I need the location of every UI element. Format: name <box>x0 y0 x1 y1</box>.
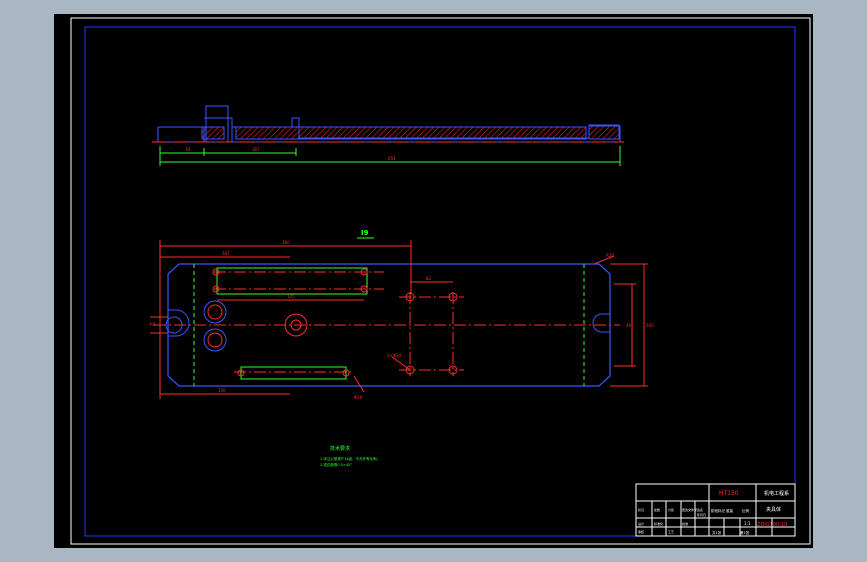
title-block-ratio: 比例 <box>742 508 750 513</box>
section-hatch-right <box>588 124 620 140</box>
top-section-view[interactable]: 654 61 167 <box>152 105 624 166</box>
notes-line-2: 2.锐边倒角0.5×45° <box>320 462 352 467</box>
dim-slot: 40 <box>626 323 632 328</box>
hole-callout: 2×Φ14 <box>387 353 402 358</box>
dim-top-overall: 360 <box>282 240 290 245</box>
title-block-sheet: 共1张 <box>712 530 722 535</box>
dim-height-right: 100 <box>646 323 654 328</box>
dim-top-left: 187 <box>222 251 230 256</box>
title-block-review: 审核 <box>638 529 644 534</box>
dim-mid-length: 167 <box>252 147 260 152</box>
lower-slot <box>240 366 347 380</box>
section-label: I9 <box>361 229 369 237</box>
dim-overall-length: 654 <box>388 156 396 161</box>
dim-bottom-left: 150 <box>218 388 226 393</box>
technical-notes: 技术要求 1.未注公差按IT14级，不允许有毛刺。 2.锐边倒角0.5×45° <box>320 445 380 467</box>
title-block-process: 工艺 <box>668 529 674 534</box>
cad-drawing-canvas[interactable]: 654 61 167 I9 360 187 145 82 150 R8 R20 … <box>54 14 813 548</box>
title-block-drawing-no: ZDJG100-10 <box>757 522 787 528</box>
outer-sheet-frame <box>70 17 811 545</box>
title-block-label-2: 处数 <box>654 507 660 512</box>
title-block-standard: 标准化 <box>654 521 663 526</box>
dim-inner-mid: 145 <box>287 294 295 299</box>
title-block-sheet-2: 第1张 <box>740 530 750 535</box>
hole-outer-rings <box>165 300 227 352</box>
title-block-design: 设计 <box>638 521 644 526</box>
title-block-label-6: 年月日 <box>697 512 706 517</box>
title-block-label-5: 签名 <box>697 507 703 512</box>
title-block-approve: 批准 <box>682 521 688 526</box>
notes-title: 技术要求 <box>330 445 350 452</box>
section-hatch-main <box>235 126 587 140</box>
dim-left-small: R8 <box>150 322 156 327</box>
title-block-weight: 重量 <box>726 508 734 513</box>
dim-radius: R20 <box>606 253 614 258</box>
right-slot <box>592 313 610 333</box>
title-block-part-name: 夹具体 <box>766 506 781 513</box>
title-block-label-3: 分区 <box>668 507 674 512</box>
plan-view[interactable]: I9 360 187 145 82 150 R8 R20 100 40 2×Φ1… <box>150 229 654 400</box>
hole-callout-2: Φ20 <box>354 395 363 400</box>
notes-line-1: 1.未注公差按IT14级，不允许有毛刺。 <box>320 456 380 461</box>
dim-right-pair: 82 <box>426 276 432 281</box>
title-block-material: HT150 <box>719 490 739 497</box>
title-block-label-4: 更改文件号 <box>682 507 697 512</box>
title-block[interactable]: HT150 机电工程系 夹具体 ZDJG100-10 阶段标记 重量 比例 1:… <box>635 483 796 537</box>
title-block-company: 机电工程系 <box>764 490 789 497</box>
plan-centerlines <box>154 271 620 376</box>
cad-viewport[interactable]: 654 61 167 I9 360 187 145 82 150 R8 R20 … <box>54 14 813 548</box>
plan-holes <box>207 268 458 377</box>
title-block-scale: 1:1 <box>744 521 751 526</box>
title-block-label-1: 标记 <box>638 507 644 512</box>
dim-left-length: 61 <box>186 147 192 152</box>
title-block-stage: 阶段标记 <box>711 508 725 513</box>
section-hatch-left <box>201 126 225 140</box>
